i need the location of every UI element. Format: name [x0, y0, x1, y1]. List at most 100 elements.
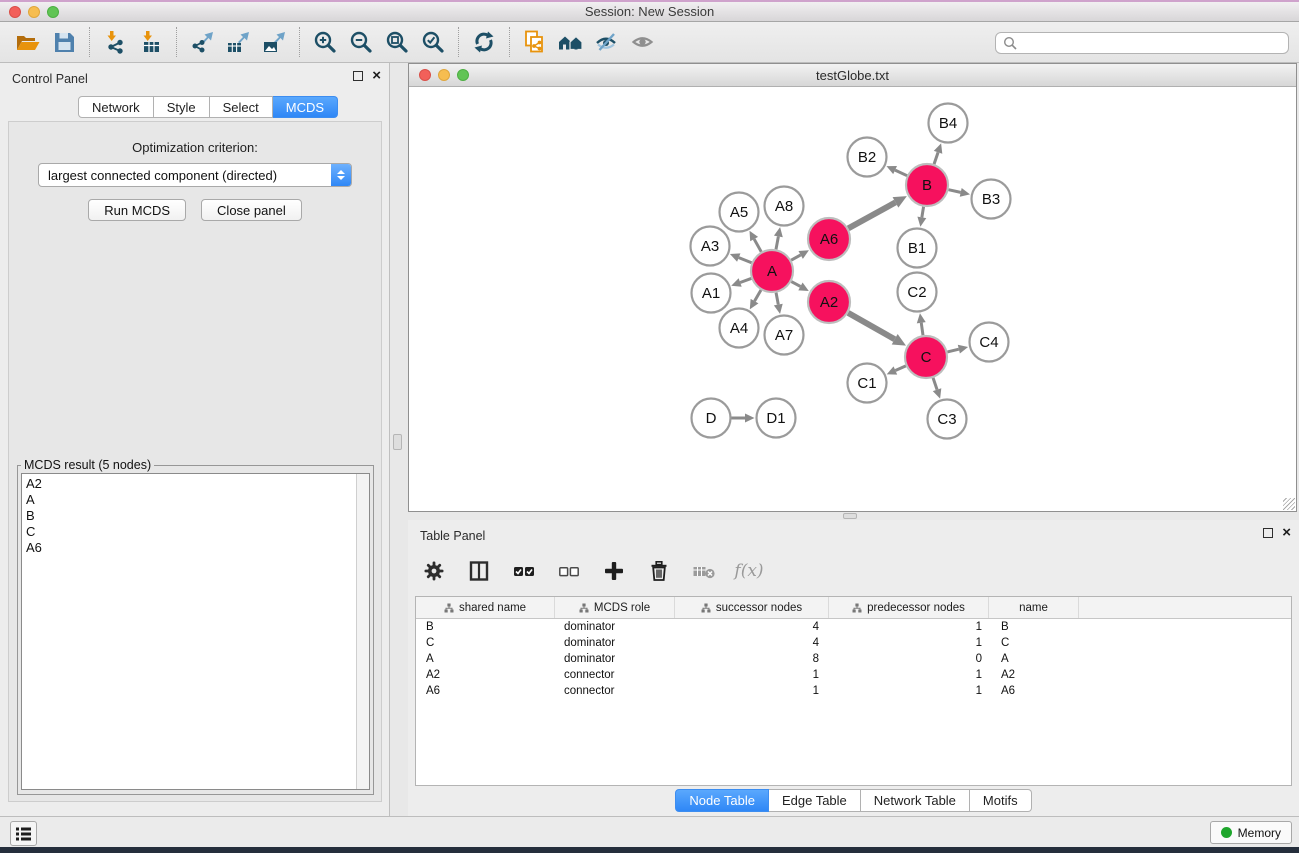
graph-node-C[interactable]: C: [905, 336, 947, 378]
table-cell[interactable]: 0: [828, 651, 988, 667]
graph-edge-C-C1[interactable]: [887, 366, 906, 375]
table-row[interactable]: Cdominator41C: [416, 635, 1291, 651]
table-cell[interactable]: dominator: [554, 619, 674, 635]
graph-node-C3[interactable]: C3: [928, 400, 967, 439]
close-panel-button[interactable]: Close panel: [201, 199, 302, 221]
zoom-out-button[interactable]: [343, 25, 379, 59]
graph-node-A7[interactable]: A7: [765, 316, 804, 355]
settings-gear-button[interactable]: [420, 557, 448, 585]
table-row[interactable]: Adominator80A: [416, 651, 1291, 667]
import-network-button[interactable]: [97, 25, 133, 59]
graph-edge-A-A8[interactable]: [774, 227, 783, 249]
vertical-splitter[interactable]: [391, 63, 408, 816]
table-cell[interactable]: B: [988, 619, 1078, 635]
mcds-result-list[interactable]: A2ABCA6: [21, 473, 370, 790]
close-panel-icon[interactable]: ×: [1282, 528, 1291, 538]
splitter-handle[interactable]: [843, 513, 857, 519]
tab-select[interactable]: Select: [210, 96, 273, 118]
graph-edge-B-B2[interactable]: [886, 166, 907, 176]
float-panel-icon[interactable]: [353, 71, 363, 81]
zoom-selected-button[interactable]: [415, 25, 451, 59]
graph-node-B2[interactable]: B2: [848, 138, 887, 177]
graph-edge-A-A5[interactable]: [749, 231, 761, 252]
tab-edge-table[interactable]: Edge Table: [769, 789, 861, 812]
eye-button[interactable]: [625, 25, 661, 59]
graph-edge-D-D1[interactable]: [732, 414, 755, 423]
graph-node-A6[interactable]: A6: [808, 218, 850, 260]
horizontal-splitter[interactable]: [391, 512, 1299, 520]
graph-edge-B-B4[interactable]: [934, 143, 943, 164]
open-session-button[interactable]: [10, 25, 46, 59]
column-header-name[interactable]: name: [988, 597, 1078, 618]
graph-node-D1[interactable]: D1: [757, 399, 796, 438]
graph-edge-B-B3[interactable]: [948, 188, 970, 197]
table-cell[interactable]: 1: [828, 683, 988, 699]
close-panel-icon[interactable]: ×: [372, 71, 381, 81]
refresh-button[interactable]: [466, 25, 502, 59]
tab-node-table[interactable]: Node Table: [675, 789, 769, 812]
add-row-button[interactable]: [600, 557, 628, 585]
graph-edge-A-A1[interactable]: [731, 278, 751, 286]
tab-network-table[interactable]: Network Table: [861, 789, 970, 812]
search-input[interactable]: [1022, 34, 1288, 52]
graph-node-C1[interactable]: C1: [848, 364, 887, 403]
run-mcds-button[interactable]: Run MCDS: [88, 199, 186, 221]
table-cell[interactable]: A6: [416, 683, 554, 699]
column-header-MCDS-role[interactable]: MCDS role: [554, 597, 674, 618]
graph-node-A2[interactable]: A2: [808, 281, 850, 323]
search-box[interactable]: [995, 32, 1289, 54]
graph-edge-C-C4[interactable]: [947, 345, 968, 354]
graph-node-B1[interactable]: B1: [898, 229, 937, 268]
graph-node-A4[interactable]: A4: [720, 309, 759, 348]
graph-edge-A-A4[interactable]: [750, 290, 761, 309]
graph-edge-A-A6[interactable]: [791, 250, 809, 260]
graph-edge-A6-B[interactable]: [848, 196, 907, 228]
delete-table-button[interactable]: [690, 557, 718, 585]
table-cell[interactable]: A: [416, 651, 554, 667]
column-header-successor-nodes[interactable]: successor nodes: [674, 597, 828, 618]
table-cell[interactable]: B: [416, 619, 554, 635]
graph-edge-A2-C[interactable]: [848, 313, 906, 346]
float-panel-icon[interactable]: [1263, 528, 1273, 538]
table-cell[interactable]: A6: [988, 683, 1078, 699]
graph-node-B[interactable]: B: [906, 164, 948, 206]
save-session-button[interactable]: [46, 25, 82, 59]
column-header-shared-name[interactable]: shared name: [416, 597, 554, 618]
tab-style[interactable]: Style: [154, 96, 210, 118]
deselect-all-button[interactable]: [555, 557, 583, 585]
table-cell[interactable]: 8: [674, 651, 828, 667]
function-builder-button[interactable]: f(x): [735, 557, 763, 585]
graph-edge-C-C3[interactable]: [933, 378, 942, 399]
graph-edge-A-A2[interactable]: [791, 282, 808, 292]
column-layout-button[interactable]: [465, 557, 493, 585]
tab-motifs[interactable]: Motifs: [970, 789, 1032, 812]
import-table-button[interactable]: [133, 25, 169, 59]
table-cell[interactable]: A2: [416, 667, 554, 683]
graph-node-A1[interactable]: A1: [692, 274, 731, 313]
graph-node-C4[interactable]: C4: [970, 323, 1009, 362]
home-button[interactable]: [553, 25, 589, 59]
mcds-result-item[interactable]: A: [22, 492, 369, 508]
table-cell[interactable]: A: [988, 651, 1078, 667]
splitter-handle[interactable]: [393, 434, 402, 450]
table-cell[interactable]: 1: [828, 619, 988, 635]
table-cell[interactable]: connector: [554, 667, 674, 683]
task-history-button[interactable]: [10, 821, 37, 846]
table-row[interactable]: A6connector11A6: [416, 683, 1291, 699]
table-row[interactable]: A2connector11A2: [416, 667, 1291, 683]
resize-grip-icon[interactable]: [1283, 498, 1295, 510]
mcds-result-item[interactable]: A6: [22, 540, 369, 556]
graph-node-B3[interactable]: B3: [972, 180, 1011, 219]
graph-edge-C-C2[interactable]: [917, 313, 926, 335]
table-cell[interactable]: 4: [674, 619, 828, 635]
table-cell[interactable]: connector: [554, 683, 674, 699]
table-cell[interactable]: C: [988, 635, 1078, 651]
graph-node-D[interactable]: D: [692, 399, 731, 438]
network-window-titlebar[interactable]: testGlobe.txt: [409, 64, 1296, 87]
table-cell[interactable]: 1: [828, 667, 988, 683]
table-cell[interactable]: C: [416, 635, 554, 651]
table-cell[interactable]: A2: [988, 667, 1078, 683]
tab-network[interactable]: Network: [78, 96, 154, 118]
table-cell[interactable]: dominator: [554, 635, 674, 651]
zoom-in-button[interactable]: [307, 25, 343, 59]
